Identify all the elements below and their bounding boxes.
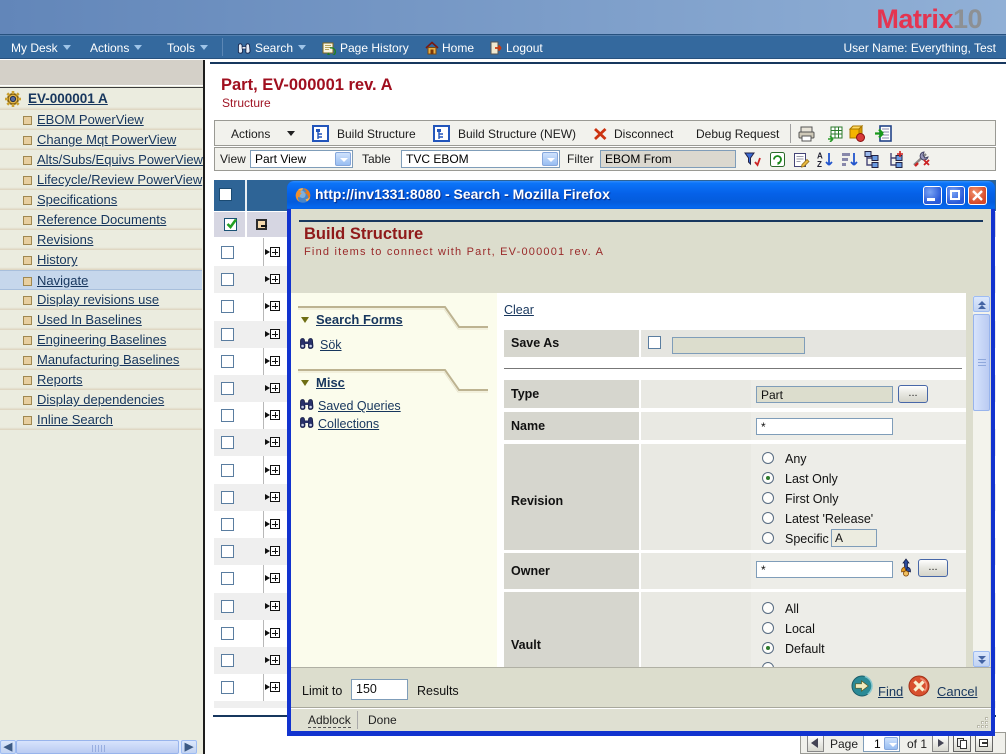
svg-text:Z: Z [817,160,822,168]
